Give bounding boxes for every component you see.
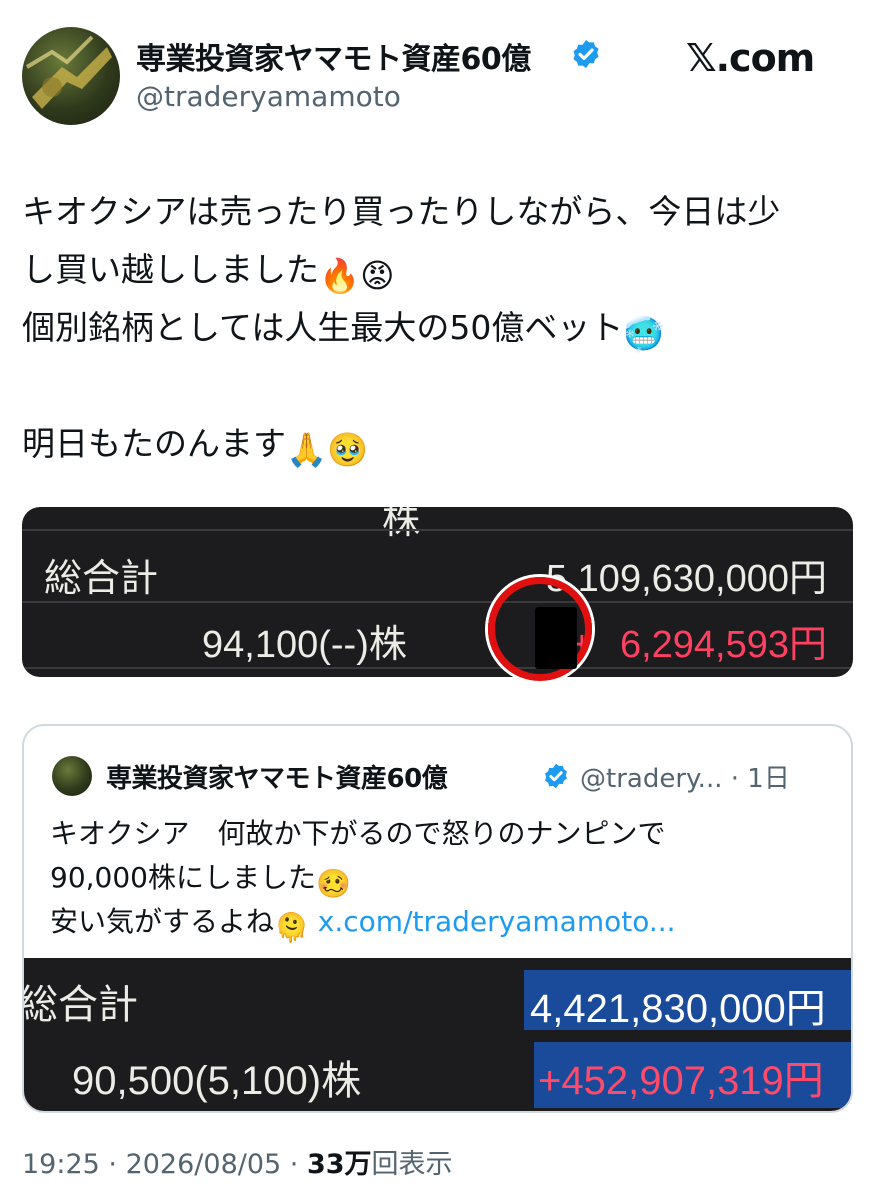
- photo-divider: [22, 529, 853, 531]
- tweet-line: 明日もたのんます🙏🥹: [22, 415, 858, 473]
- quote-line-text: 安い気がするよね: [50, 905, 275, 938]
- photo-divider: [22, 601, 853, 603]
- tweet-text: キオクシアは売ったり買ったりしながら、今日は少 し買い越ししました🔥😡 個別銘柄…: [22, 183, 858, 473]
- view-label: 回表示: [371, 1149, 453, 1180]
- folded-hands-emoji-icon: 🙏: [286, 430, 328, 469]
- photo-total-label: 総合計: [44, 556, 159, 600]
- quote-photo-profit-loss: +452,907,319円: [538, 1059, 824, 1103]
- x-logo: 𝕏.com: [686, 36, 815, 80]
- view-count: 33万: [306, 1149, 372, 1180]
- quoted-tweet-card[interactable]: 専業投資家ヤマモト資産60億 @tradery... · 1日 キオクシア 何故…: [22, 724, 853, 1113]
- photo-total-value: 5,109,630,000円: [545, 558, 827, 600]
- photo-cut-text: 株: [382, 507, 421, 542]
- pl-partial-digit: 6: [619, 624, 642, 666]
- melting-face-emoji-icon: 🫠: [274, 911, 309, 944]
- tweet-line: し買い越ししました🔥😡: [22, 241, 858, 299]
- meta-separator: ·: [289, 1149, 307, 1180]
- quote-handle-time: @tradery... · 1日: [580, 764, 790, 794]
- fire-emoji-icon: 🔥: [319, 256, 361, 295]
- quote-author-avatar: [52, 756, 92, 796]
- tweet-line-text: 明日もたのんます: [22, 424, 286, 463]
- author-avatar[interactable]: [22, 27, 120, 125]
- verified-badge-icon: [573, 40, 599, 68]
- tweet-meta: 19:25 · 2026/08/05 · 33万回表示: [22, 1142, 453, 1181]
- quote-photo-shares: 90,500(5,100)株: [72, 1059, 362, 1103]
- quote-photo[interactable]: 総合計 4,421,830,000円 90,500(5,100)株 +452,9…: [24, 958, 851, 1111]
- quote-line: 90,000株にしました🥴: [50, 856, 676, 900]
- tweet-line: キオクシアは売ったり買ったりしながら、今日は少: [22, 192, 781, 231]
- tweet-date[interactable]: 2026/08/05: [126, 1149, 282, 1180]
- redaction-block: [535, 607, 577, 669]
- quote-text: キオクシア 何故か下がるので怒りのナンピンで 90,000株にしました🥴 安い気…: [50, 812, 676, 944]
- quote-line: キオクシア 何故か下がるので怒りのナンピンで: [50, 817, 666, 850]
- quote-photo-total-label: 総合計: [24, 982, 138, 1028]
- tweet-line: 個別銘柄としては人生最大の50億ベット🥶: [22, 299, 858, 357]
- cold-face-emoji-icon: 🥶: [623, 314, 665, 353]
- author-handle[interactable]: @traderyamamoto: [136, 80, 401, 113]
- author-name[interactable]: 専業投資家ヤマモト資産60億: [136, 34, 531, 78]
- quote-verified-badge-icon: [545, 763, 567, 789]
- angry-face-emoji-icon: 😡: [360, 256, 395, 295]
- quote-line-text: 90,000株にしました: [50, 861, 316, 894]
- quote-line: 安い気がするよね🫠 x.com/traderyamamoto...: [50, 900, 676, 944]
- avatar-image-icon: [25, 35, 112, 109]
- quote-link[interactable]: x.com/traderyamamoto...: [318, 905, 676, 938]
- tweet-line-text: し買い越ししました: [22, 250, 319, 289]
- photo-profit-loss: +█6,294,593円: [570, 624, 827, 666]
- tweet-photo[interactable]: 株 総合計 5,109,630,000円 94,100(--)株 +█6,294…: [22, 507, 853, 677]
- holding-back-tears-emoji-icon: 🥹: [327, 430, 369, 469]
- tweet-time[interactable]: 19:25: [22, 1149, 100, 1180]
- quote-author-name: 専業投資家ヤマモト資産60億: [106, 764, 448, 794]
- meta-separator: ·: [108, 1149, 126, 1180]
- photo-divider: [22, 667, 853, 669]
- pl-suffix: ,294,593円: [641, 624, 827, 666]
- tweet-line-text: 個別銘柄としては人生最大の50億ベット: [22, 308, 624, 347]
- photo-shares: 94,100(--)株: [202, 624, 407, 666]
- quote-photo-total-value: 4,421,830,000円: [530, 987, 826, 1031]
